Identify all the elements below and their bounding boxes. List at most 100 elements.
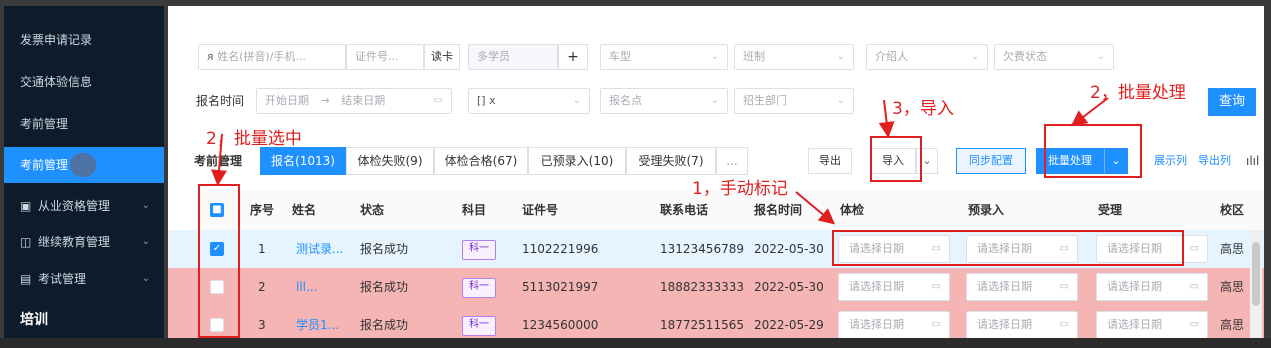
sidebar-item-traffic[interactable]: 交通体验信息 (4, 64, 164, 100)
date-placeholder: 请选择日期 (977, 318, 1032, 331)
col-header-id: 证件号 (522, 203, 559, 217)
tab-more[interactable]: ... (716, 147, 748, 175)
table-row[interactable]: 3 学员1... 报名成功 科一 1234560000 18772511565 … (168, 306, 1264, 338)
sidebar-item-continuing-edu[interactable]: ◫ 继续教育管理 ⌄ (4, 224, 164, 260)
sidebar-item-qualification[interactable]: ▣ 从业资格管理 ⌄ (4, 188, 164, 224)
col-header-subject: 科目 (462, 203, 487, 217)
tab-exam-passed[interactable]: 体检合格(67) (434, 147, 528, 175)
tag-chip: [] x (477, 94, 496, 107)
accept-date-picker[interactable]: 请选择日期 ▭ (1096, 273, 1208, 301)
row-no: 1 (258, 242, 266, 256)
sidebar-item-label: 考试管理 (38, 272, 87, 286)
section-label: 考前管理 (194, 154, 243, 168)
pre-entry-date-picker[interactable]: 请选择日期 ▭ (966, 311, 1078, 338)
sync-config-button[interactable]: 同步配置 (956, 148, 1026, 174)
row-id: 1102221996 (522, 242, 599, 256)
recruit-dept-select[interactable]: 招生部门 ⌄ (734, 88, 854, 114)
add-button[interactable]: + (558, 44, 588, 70)
referrer-select[interactable]: 介绍人 ⌄ (866, 44, 988, 70)
sidebar-item-label: 继续教育管理 (38, 235, 111, 249)
class-placeholder: 班制 (743, 50, 765, 63)
query-button[interactable]: 查询 (1208, 88, 1256, 116)
date-range-picker[interactable]: 开始日期 → 结束日期 ▭ (256, 88, 452, 114)
subject-tag: 科一 (462, 277, 496, 298)
medical-date-picker[interactable]: 请选择日期 ▭ (838, 273, 950, 301)
read-card-button[interactable]: 读卡 (424, 44, 460, 70)
chevron-down-icon: ⌄ (1096, 51, 1105, 62)
subject-tag: 科一 (462, 315, 496, 336)
row-name-link[interactable]: 学员1... (296, 306, 339, 338)
sidebar-item-pre-exam-active[interactable]: 考前管理 (4, 147, 164, 183)
row-name-link[interactable]: 测试录... (296, 230, 343, 268)
main-panel: ᴙ 姓名(拼音)/手机... 证件号... 读卡 多学员 + 车型 ⌄ 班制 ⌄ 介… (168, 6, 1264, 338)
calendar-icon: ▭ (1059, 319, 1069, 330)
sidebar-item-label: 发票申请记录 (20, 33, 93, 47)
range-arrow: → (320, 94, 330, 107)
calendar-icon: ▭ (1189, 281, 1199, 292)
reg-time-label: 报名时间 (196, 94, 245, 108)
annotation-box-import (870, 136, 922, 182)
exam-icon: ▤ (20, 272, 32, 286)
table-scrollbar[interactable] (1250, 230, 1262, 338)
scrollbar-thumb[interactable] (1252, 242, 1260, 306)
sidebar-item-exam[interactable]: ▤ 考试管理 ⌄ (4, 261, 164, 297)
table-row[interactable]: 2 lll... 报名成功 科一 5113021997 18882333333 … (168, 268, 1264, 306)
date-placeholder: 请选择日期 (1107, 318, 1162, 331)
reg-point-select[interactable]: 报名点 ⌄ (600, 88, 728, 114)
tab-accept-failed[interactable]: 受理失败(7) (626, 147, 716, 175)
row-id: 1234560000 (522, 318, 599, 332)
tab-exam-failed[interactable]: 体检失败(9) (346, 147, 434, 175)
row-subject: 科一 (462, 268, 496, 306)
name-phone-input[interactable]: ᴙ 姓名(拼音)/手机... (198, 44, 346, 70)
tag-select[interactable]: [] x ⌄ (468, 88, 590, 114)
id-number-placeholder: 证件号... (355, 50, 399, 63)
export-button[interactable]: 导出 (808, 148, 852, 174)
annotation-batch-select: 2，批量选中 (206, 129, 302, 149)
sidebar-item-invoice[interactable]: 发票申请记录 (4, 22, 164, 58)
col-header-pre-entry: 预录入 (968, 203, 1005, 217)
subject-tag: 科一 (462, 239, 496, 260)
recruit-dept-placeholder: 招生部门 (743, 94, 787, 107)
annotation-box-select (198, 184, 240, 338)
col-header-no: 序号 (250, 203, 275, 217)
row-name-link[interactable]: lll... (296, 268, 317, 306)
row-no: 2 (258, 280, 266, 294)
user-icon: ᴙ (207, 50, 218, 63)
row-status: 报名成功 (360, 280, 409, 294)
tab-pre-entered[interactable]: 已预录入(10) (528, 147, 626, 175)
tab-registered[interactable]: 报名(1013) (260, 147, 346, 175)
col-header-accept: 受理 (1098, 203, 1123, 217)
multi-student-label: 多学员 (477, 50, 510, 63)
sidebar-item-training[interactable]: 培训 (4, 302, 164, 338)
row-subject: 科一 (462, 230, 496, 268)
chart-icon[interactable]: ılıl (1246, 148, 1259, 174)
medical-date-picker[interactable]: 请选择日期 ▭ (838, 311, 950, 338)
export-columns-link[interactable]: 导出列 (1198, 148, 1231, 174)
sidebar-item-label: 交通体验信息 (20, 75, 93, 89)
calendar-icon: ▭ (931, 319, 941, 330)
name-phone-placeholder: 姓名(拼音)/手机... (217, 50, 306, 63)
chevron-down-icon: ⌄ (141, 200, 150, 211)
sidebar-item-pre-exam[interactable]: 考前管理 (4, 106, 164, 142)
id-number-input[interactable]: 证件号... (346, 44, 424, 70)
row-no: 3 (258, 318, 266, 332)
bottom-strip (0, 338, 1271, 348)
chevron-down-icon: ⌄ (836, 51, 845, 62)
accept-date-picker[interactable]: 请选择日期 ▭ (1096, 311, 1208, 338)
row-campus: 高思 (1220, 280, 1245, 294)
class-select[interactable]: 班制 ⌄ (734, 44, 854, 70)
pre-entry-date-picker[interactable]: 请选择日期 ▭ (966, 273, 1078, 301)
row-reg-time: 2022-05-30 (754, 280, 824, 294)
arrears-select[interactable]: 欠费状态 ⌄ (994, 44, 1114, 70)
screenshot-frame: 发票申请记录 交通体验信息 考前管理 考前管理 ▣ 从业资格管理 ⌄ ◫ 继续教育管理… (0, 0, 1271, 348)
col-header-name: 姓名 (292, 203, 317, 217)
row-reg-time: 2022-05-30 (754, 242, 824, 256)
col-header-medical: 体检 (840, 203, 865, 217)
annotation-box-batch (1044, 124, 1142, 178)
date-placeholder: 请选择日期 (1107, 280, 1162, 293)
display-columns-link[interactable]: 展示列 (1154, 148, 1187, 174)
multi-student-input[interactable]: 多学员 (468, 44, 558, 70)
car-type-select[interactable]: 车型 ⌄ (600, 44, 728, 70)
chevron-down-icon: ⌄ (141, 273, 150, 284)
calendar-icon: ▭ (433, 95, 443, 106)
